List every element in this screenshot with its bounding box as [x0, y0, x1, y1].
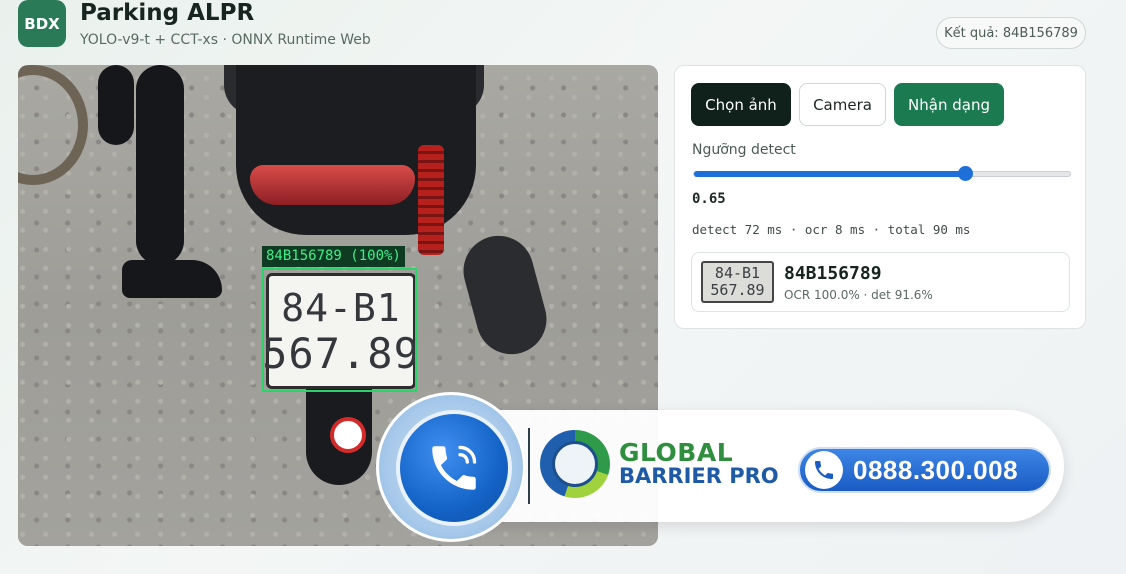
- control-panel: Chọn ảnh Camera Nhận dạng Ngưỡng detect …: [674, 65, 1086, 329]
- result-plate-text: 84B156789: [784, 263, 882, 284]
- threshold-slider[interactable]: [693, 166, 1071, 181]
- hotline-button[interactable]: 0888.300.008: [798, 447, 1051, 493]
- motorbike-taillight: [250, 165, 415, 205]
- brand-name-line-1: GLOBAL: [619, 438, 734, 467]
- app-subtitle: YOLO-v9-t + CCT-xs · ONNX Runtime Web: [80, 32, 371, 48]
- person-shoe: [122, 260, 222, 298]
- thumb-line-2: 567.89: [710, 281, 765, 299]
- camera-button[interactable]: Camera: [799, 83, 886, 126]
- fender-sticker: [330, 417, 366, 453]
- brand-name-line-2: BARRIER PRO: [619, 464, 779, 488]
- result-badge: Kết quả: 84B156789: [936, 17, 1086, 49]
- app-title: Parking ALPR: [80, 0, 255, 26]
- slider-fill: [694, 171, 965, 177]
- detection-box: [262, 268, 417, 392]
- threshold-value: 0.65: [692, 191, 726, 207]
- choose-image-button[interactable]: Chọn ảnh: [691, 83, 791, 126]
- call-button[interactable]: [396, 410, 512, 526]
- detection-label: 84B156789 (100%): [262, 246, 405, 267]
- hotline-number: 0888.300.008: [853, 454, 1019, 485]
- threshold-label: Ngưỡng detect: [692, 142, 796, 158]
- banner-divider: [528, 428, 530, 504]
- app-logo: BDX: [18, 0, 66, 47]
- phone-icon: [432, 445, 477, 490]
- thumb-line-1: 84-B1: [714, 264, 761, 282]
- motorbike-shock: [418, 145, 444, 255]
- plate-thumbnail: 84-B1 567.89: [701, 261, 774, 303]
- globe-logo-icon: [540, 430, 610, 498]
- person-leg: [136, 65, 184, 265]
- result-confidence: OCR 100.0% · det 91.6%: [784, 288, 933, 302]
- slider-thumb[interactable]: [957, 166, 973, 181]
- person-leg: [98, 65, 134, 145]
- recognize-button[interactable]: Nhận dạng: [894, 83, 1004, 126]
- hotline-phone-icon: [805, 451, 843, 489]
- result-card: 84-B1 567.89 84B156789 OCR 100.0% · det …: [691, 252, 1070, 312]
- timing-stats: detect 72 ms · ocr 8 ms · total 90 ms: [692, 222, 971, 237]
